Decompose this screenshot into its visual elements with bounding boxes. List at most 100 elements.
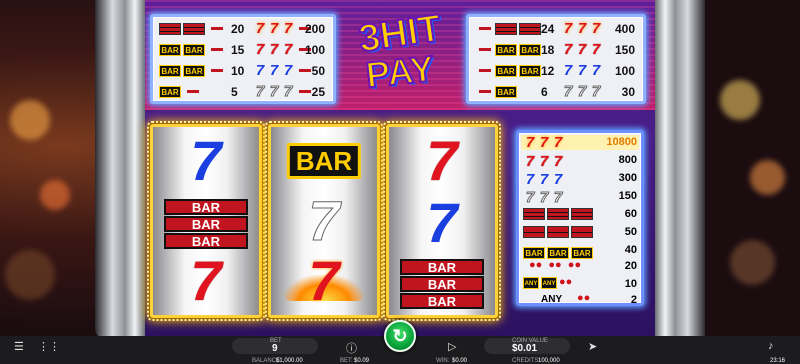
bet-small-value: $0.09 <box>354 358 370 364</box>
paytable-left: 20 777 200 BAR BAR 15 777 100 BAR BAR 10 7… <box>150 14 336 104</box>
side-pay-value: 50 <box>624 226 637 238</box>
coin-value: $0.01 <box>512 343 538 354</box>
background-light <box>40 180 70 210</box>
dash-icon <box>299 90 311 93</box>
pay-value: 25 <box>311 84 325 99</box>
win-label: WIN: <box>436 358 450 364</box>
dash-icon <box>479 27 491 30</box>
red-seven-icon: 777 <box>563 40 601 58</box>
chrome-side-left <box>95 0 145 340</box>
white-seven-icon: 777 <box>255 82 293 100</box>
side-pay-value: 40 <box>624 244 637 256</box>
menu-icon[interactable]: ☰ <box>14 340 24 353</box>
dash-icon <box>211 27 223 30</box>
dash-icon <box>479 48 491 51</box>
mixed-bar-icon <box>159 22 181 35</box>
pay-value-mixed: 5 <box>231 84 238 99</box>
side-row: ANY ANY ●● <box>523 276 573 289</box>
reel-1: 7 BAR BAR BAR 7 <box>147 121 265 321</box>
any-label: ANY <box>541 294 563 305</box>
info-icon[interactable]: ⓘ <box>346 340 357 356</box>
cherry-icon: ●● <box>577 292 591 304</box>
pay-value-mixed: 6 <box>541 84 548 99</box>
bar-icon: BAR <box>495 85 517 98</box>
game-screen: 3HIT PAY 20 777 200 BAR BAR 15 777 100 BA… <box>0 0 800 364</box>
pay-value-mixed: 12 <box>541 63 555 78</box>
dash-icon <box>479 90 491 93</box>
background-light <box>5 250 55 300</box>
bar-icon: BAR <box>183 64 205 77</box>
white-seven-symbol: 7 <box>308 189 340 252</box>
pay-value: 100 <box>304 42 325 57</box>
background-light <box>720 80 760 120</box>
bar-icon: BAR <box>519 64 541 77</box>
pay-value: 50 <box>311 63 325 78</box>
bar-icon: BAR <box>183 43 205 56</box>
paytable-side: 777 10800 777 800 777 300 777 150 60 50 … <box>516 130 644 306</box>
chrome-side-right <box>655 0 705 340</box>
pay-value: 150 <box>614 42 635 57</box>
game-logo: 3HIT PAY <box>345 6 455 104</box>
pay-value: 200 <box>304 21 325 36</box>
bar-icon: BAR <box>159 85 181 98</box>
cherry-icon: ●● ●● ●● <box>529 259 582 271</box>
reel-3: 7 7 BAR BAR BAR <box>383 121 501 321</box>
white-seven-icon: 777 <box>563 82 601 100</box>
red-seven-symbol: 7 <box>426 129 458 192</box>
pay-value-mixed: 18 <box>541 42 555 57</box>
pay-value-mixed: 24 <box>541 21 555 36</box>
side-row: 777 <box>525 189 563 206</box>
background-light <box>10 100 50 140</box>
pay-value: 100 <box>614 63 635 78</box>
mixed-bar-icon <box>519 22 541 35</box>
flame-seven-symbol: 7 <box>308 249 340 312</box>
paytable-row: 24 777 400 <box>475 20 637 37</box>
settings-sliders-icon[interactable]: ⋮⋮ <box>38 340 60 353</box>
side-pay-value: 300 <box>618 172 637 184</box>
reel-2: BAR 7 7 <box>265 121 383 321</box>
side-pay-value: 150 <box>618 190 637 202</box>
blue-seven-symbol: 7 <box>426 191 458 254</box>
triple-bar-symbol: BAR BAR BAR <box>164 199 248 250</box>
side-pay-value: 60 <box>624 208 637 220</box>
paytable-row: BAR 5 777 25 <box>159 83 327 100</box>
paytable-row: BAR BAR 15 777 100 <box>159 41 327 58</box>
bet-small-label: BET: <box>340 358 353 364</box>
spin-icon: ↻ <box>392 325 408 346</box>
blue-seven-symbol: 7 <box>190 129 222 192</box>
spin-button[interactable]: ↻ <box>384 320 416 352</box>
bar-icon: BAR <box>159 64 181 77</box>
win-value: $0.00 <box>452 358 468 364</box>
dash-icon <box>299 69 311 72</box>
side-pay-value: 20 <box>624 260 637 272</box>
flame-seven-icon: 777 <box>255 19 293 37</box>
mixed-bar-icon <box>183 22 205 35</box>
dash-icon <box>479 69 491 72</box>
dash-icon <box>211 48 223 51</box>
bar-icon: BAR <box>519 43 541 56</box>
sound-icon[interactable]: ♪ <box>768 340 774 352</box>
autoplay-icon[interactable]: ▷ <box>448 340 456 353</box>
bar-icon: BAR <box>495 43 517 56</box>
pay-value: 30 <box>621 84 635 99</box>
red-seven-icon: 777 <box>255 40 293 58</box>
jackpot-row: 777 10800 <box>521 135 639 150</box>
balance-value: $1,000.00 <box>276 358 303 364</box>
jackpot-value: 10800 <box>606 136 637 148</box>
credits-label: CREDITS: <box>512 358 541 364</box>
paytable-row: BAR 6 777 30 <box>475 83 637 100</box>
turbo-icon[interactable]: ➤ <box>588 340 597 353</box>
single-bar-symbol: BAR <box>286 143 362 179</box>
flame-seven-icon: 777 <box>525 134 563 151</box>
bar-icon: BAR <box>495 64 517 77</box>
paytable-row: BAR BAR 18 777 150 <box>475 41 637 58</box>
background-light <box>730 240 775 285</box>
red-seven-symbol: 7 <box>190 249 222 312</box>
pay-value-mixed: 10 <box>231 63 245 78</box>
paytable-row: 20 777 200 <box>159 20 327 37</box>
side-pay-value: 800 <box>618 154 637 166</box>
bar-icon: BAR <box>159 43 181 56</box>
side-pay-value: 10 <box>624 278 637 290</box>
dash-icon <box>187 90 199 93</box>
triple-bar-symbol: BAR BAR BAR <box>400 259 484 310</box>
